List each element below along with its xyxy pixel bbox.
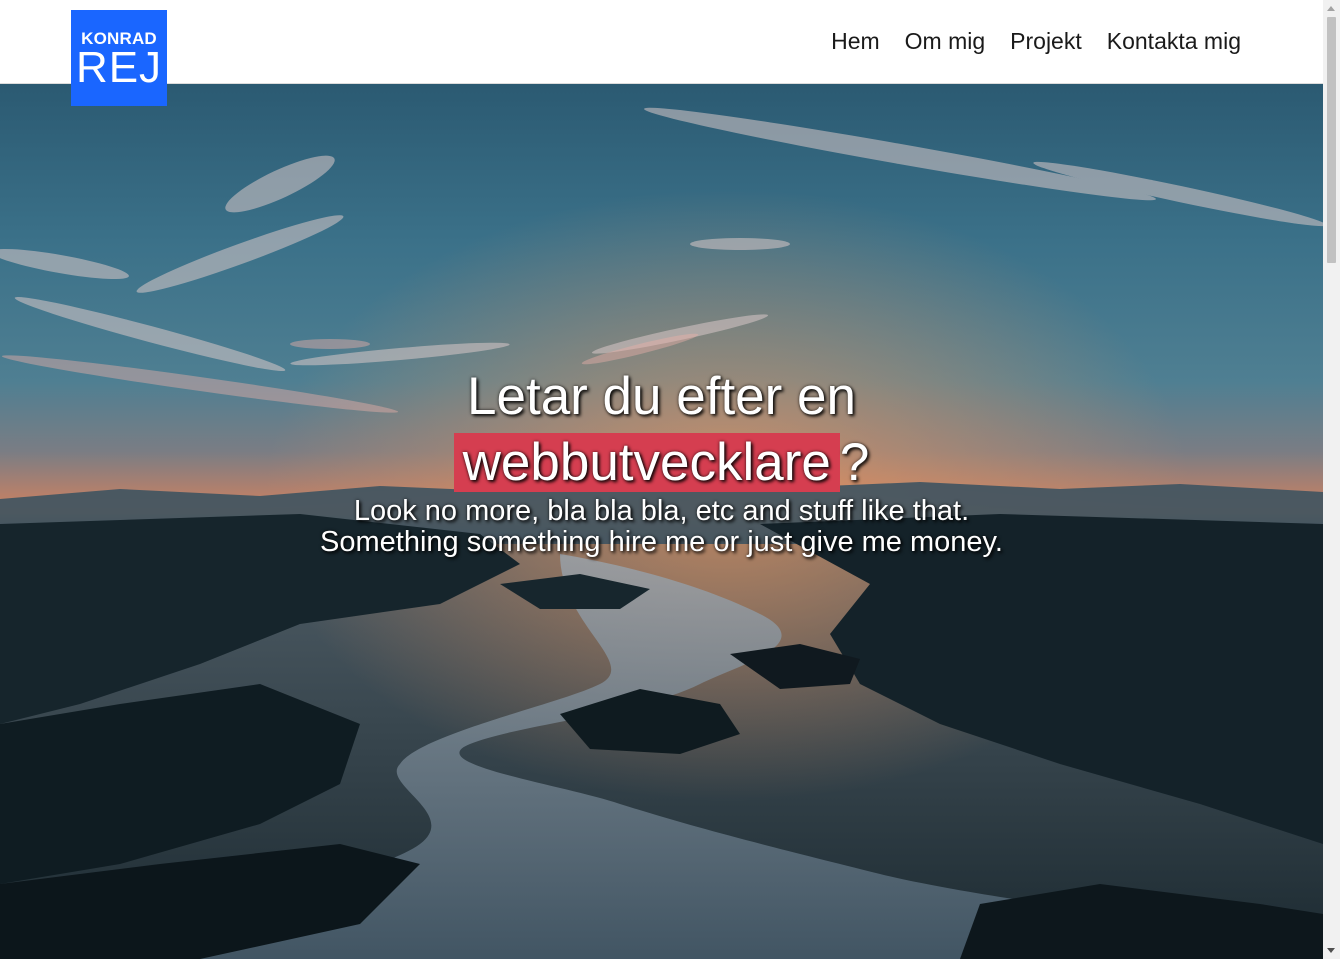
scroll-up-arrow-icon[interactable]	[1327, 6, 1335, 11]
site-header: Hem Om mig Projekt Kontakta mig	[0, 0, 1323, 84]
hero-headline: Letar du efter en webbutvecklare?	[0, 364, 1323, 496]
nav-item-om-mig[interactable]: Om mig	[905, 26, 986, 56]
scroll-down-arrow-icon[interactable]	[1327, 948, 1335, 953]
page: Hem Om mig Projekt Kontakta mig KONRAD R…	[0, 0, 1340, 959]
vertical-scrollbar[interactable]	[1323, 0, 1340, 959]
nav-item-projekt[interactable]: Projekt	[1010, 26, 1082, 56]
nav-item-kontakta-mig[interactable]: Kontakta mig	[1107, 26, 1241, 56]
hero-content: Letar du efter en webbutvecklare? Look n…	[0, 364, 1323, 558]
main-nav: Hem Om mig Projekt Kontakta mig	[806, 26, 1241, 56]
nav-item-hem[interactable]: Hem	[831, 26, 880, 56]
headline-suffix: ?	[839, 433, 870, 492]
scroll-thumb[interactable]	[1327, 17, 1336, 263]
site-logo[interactable]: KONRAD REJ	[71, 10, 167, 106]
headline-line-1: Letar du efter en	[467, 367, 856, 426]
hero-section: Letar du efter en webbutvecklare? Look n…	[0, 84, 1323, 959]
headline-highlight: webbutvecklare	[453, 433, 840, 492]
hero-subtext: Look no more, bla bla bla, etc and stuff…	[320, 495, 1003, 558]
logo-bottom-text: REJ	[75, 43, 163, 92]
